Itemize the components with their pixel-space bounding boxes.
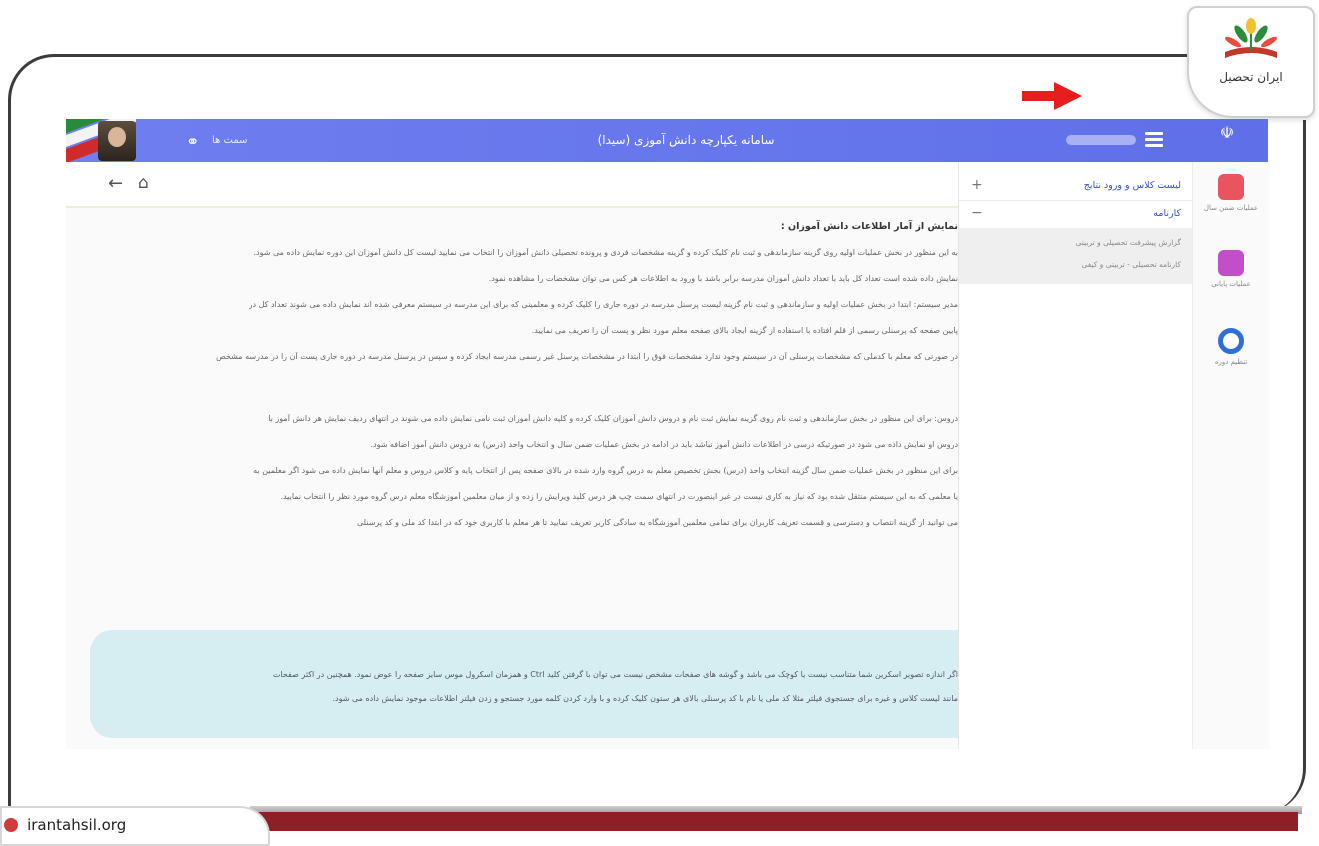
side-menu: لیست کلاس و ورود نتایج + کارنامه − گزارش…: [958, 162, 1193, 749]
brand-logo: ایران تحصیل: [1187, 6, 1315, 118]
collapse-icon[interactable]: −: [971, 205, 983, 221]
rail-caption: عملیات ضمن سال: [1203, 204, 1259, 212]
icon-rail: عملیات ضمن سال عملیات پایانی تنظیم دوره: [1192, 162, 1269, 749]
top-bar: ⚭ سمت ها سامانه یکپارچه دانش آموزی (سیدا…: [66, 119, 1268, 162]
help-document: نمایش از آمار اطلاعات دانش آموزان : به ا…: [66, 208, 958, 628]
document-heading: نمایش از آمار اطلاعات دانش آموزان :: [780, 221, 958, 232]
rail-item-period-settings[interactable]: تنظیم دوره: [1193, 328, 1269, 366]
rail-item-in-year-operations[interactable]: عملیات ضمن سال: [1193, 174, 1269, 212]
leader-portrait: [98, 121, 136, 161]
document-line: می توانید از گزینه انتصاب و دسترسی و قسم…: [356, 518, 958, 527]
user-name: [1066, 135, 1136, 145]
home-icon[interactable]: ⌂: [138, 173, 149, 193]
expand-icon[interactable]: +: [971, 177, 983, 193]
menu-item-label: کارنامه: [1153, 208, 1181, 219]
hamburger-menu-icon[interactable]: [1145, 132, 1163, 148]
brand-logo-text: ایران تحصیل: [1219, 70, 1283, 84]
red-pointer-arrow-icon: [1022, 82, 1082, 110]
notice-line: اگر اندازه تصویر اسکرین شما متناسب نیست …: [272, 670, 958, 679]
document-line: دروس: برای این منظور در بخش سازماندهی و …: [268, 414, 958, 423]
breadcrumb: ← ⌂: [66, 162, 958, 208]
roles-label[interactable]: سمت ها: [212, 135, 247, 146]
rail-caption: تنظیم دوره: [1214, 358, 1248, 366]
submenu-item-qualitative-report[interactable]: کارنامه تحصیلی - تربیتی و کیفی: [1081, 260, 1181, 269]
document-line: مدیر سیستم: ابتدا در بخش عملیات اولیه و …: [248, 300, 958, 309]
stack-icon: [1218, 250, 1244, 276]
document-line: پایین صفحه که پرسنلی رسمی از قلم افتاده …: [531, 326, 958, 335]
stack-icon: [1218, 174, 1244, 200]
document-line: در صورتی که معلم با کدملی که مشخصات پرسن…: [216, 352, 958, 361]
app-window: ⚭ سمت ها سامانه یکپارچه دانش آموزی (سیدا…: [66, 119, 1269, 749]
document-line: دروس او نمایش داده می شود در صورتیکه درس…: [370, 440, 958, 449]
notice-line: مانند لیست کلاس و غیره برای جستجوی فیلتر…: [332, 694, 958, 703]
site-watermark: irantahsil.org: [0, 806, 270, 846]
rail-caption: عملیات پایانی: [1211, 280, 1251, 288]
roles-switch-icon[interactable]: ⚭: [186, 132, 199, 151]
rail-item-final-operations[interactable]: عملیات پایانی: [1193, 250, 1269, 288]
ministry-emblem-icon: ☫: [1219, 123, 1235, 142]
tip-notice: اگر اندازه تصویر اسکرین شما متناسب نیست …: [90, 630, 958, 738]
menu-item-class-list[interactable]: لیست کلاس و ورود نتایج +: [959, 172, 1193, 201]
report-card-submenu: گزارش پیشرفت تحصیلی و تربیتی کارنامه تحص…: [959, 228, 1193, 284]
document-line: نمایش داده شده است تعداد کل باید با تعدا…: [488, 274, 958, 283]
back-arrow-icon[interactable]: ←: [108, 173, 123, 194]
document-line: به این منظور در بخش عملیات اولیه روی گزی…: [253, 248, 958, 257]
decorative-bottom-bar: [258, 812, 1298, 831]
app-title: سامانه یکپارچه دانش آموزی (سیدا): [597, 133, 775, 147]
menu-item-label: لیست کلاس و ورود نتایج: [1083, 180, 1181, 191]
document-line: یا معلمی که به این سیستم منتقل شده بود ک…: [280, 492, 958, 501]
settings-gear-icon: [1218, 328, 1244, 354]
site-watermark-icon: [4, 817, 18, 832]
menu-item-report-card[interactable]: کارنامه −: [959, 200, 1193, 229]
book-leaf-logo-icon: [1225, 18, 1277, 58]
main-content: ← ⌂ نمایش از آمار اطلاعات دانش آموزان : …: [66, 162, 958, 749]
document-line: برای این منظور در بخش عملیات ضمن سال گزی…: [253, 466, 958, 475]
submenu-item-progress-report[interactable]: گزارش پیشرفت تحصیلی و تربیتی: [1076, 238, 1181, 247]
